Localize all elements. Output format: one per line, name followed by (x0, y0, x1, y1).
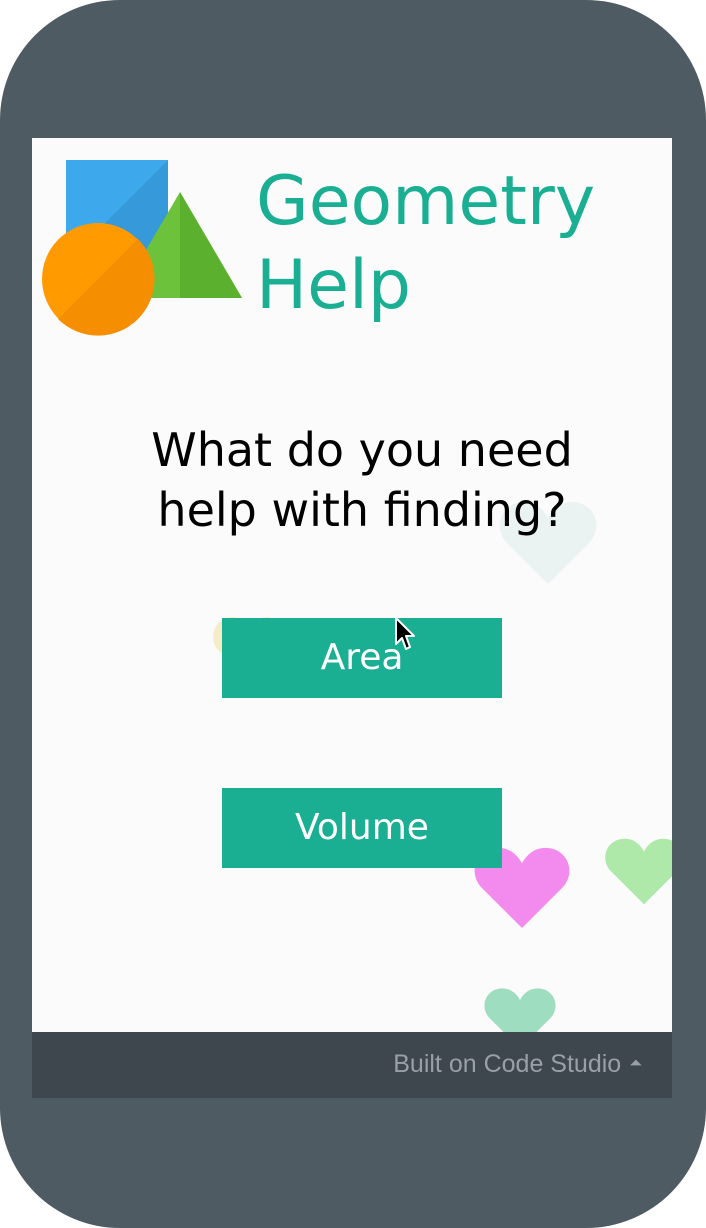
footer-label: Built on Code Studio (393, 1050, 622, 1078)
app-title-line1: Geometry (256, 162, 596, 241)
geometry-shapes-logo (42, 160, 242, 336)
built-on-code-studio-link[interactable]: Built on Code Studio ⏶ (393, 1050, 642, 1079)
app-title-line2: Help (256, 246, 412, 325)
footer-bar: Built on Code Studio ⏶ (32, 1032, 672, 1098)
app-screen: Geometry Help What do you need help with… (32, 138, 672, 1032)
area-button[interactable]: Area (222, 618, 502, 698)
app-title: Geometry Help (256, 160, 656, 328)
mouse-pointer-icon (395, 617, 415, 650)
question-line1: What do you need (151, 423, 573, 477)
question-text: What do you need help with finding? (92, 420, 632, 540)
heart-icon (605, 838, 672, 905)
volume-button[interactable]: Volume (222, 788, 502, 868)
question-line2: help with finding? (157, 483, 567, 537)
caret-up-icon: ⏶ (629, 1055, 642, 1072)
heart-icon (484, 988, 556, 1032)
